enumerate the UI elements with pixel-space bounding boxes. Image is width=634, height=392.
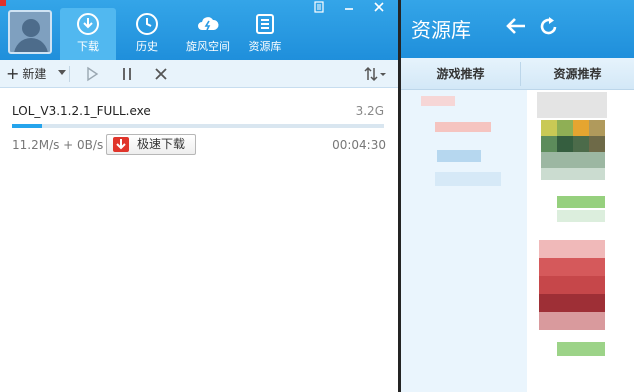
minimize-icon [345,8,353,10]
blurred-thumbnail-tile [539,294,605,312]
tab-download[interactable]: 下载 [60,8,116,60]
blurred-thumbnail-tile [557,120,573,136]
close-button[interactable] [368,0,390,18]
play-icon[interactable] [83,65,101,83]
blurred-thumbnail-tile [573,136,589,152]
sort-icon[interactable] [362,65,388,83]
restore-button[interactable] [308,0,330,18]
download-icon [77,13,99,35]
tab-resource-library-label: 资源库 [248,40,282,53]
task-file-name: LOL_V3.1.2.1_FULL.exe [12,104,151,118]
delete-x-icon[interactable] [152,65,170,83]
refresh-icon[interactable] [539,15,559,37]
blurred-text-block [437,150,481,162]
accelerate-download-icon [113,137,129,152]
blurred-thumbnail-tile [557,136,573,152]
app-window: 下载 历史 旋风空间 资源库 + 新建 LOL_V3.1.2.1_FULL.ex… [0,0,634,392]
game-recommend-list [401,90,527,392]
resource-library-title: 资源库 [411,18,471,42]
resource-library-header: 资源库 [401,0,634,58]
pause-icon[interactable] [118,65,136,83]
tab-cloud-space[interactable]: 旋风空间 [178,8,238,60]
resource-library-icon [256,14,274,34]
corner-marker [0,0,6,6]
blurred-thumbnail-tile [589,136,605,152]
download-task-row[interactable]: LOL_V3.1.2.1_FULL.exe 3.2G 11.2M/s + 0B/… [0,88,398,160]
top-nav-bar: 下载 历史 旋风空间 资源库 [0,0,398,60]
blurred-thumbnail-tile [539,312,605,330]
toolbar-divider [69,66,70,82]
task-file-size: 3.2G [355,104,384,118]
task-speed: 11.2M/s + 0B/s [12,138,104,152]
resource-library-panel: 资源库 游戏推荐 资源推荐 [401,0,634,392]
tab-resource-recommend[interactable]: 资源推荐 [521,58,634,90]
close-icon [374,2,384,12]
user-avatar[interactable] [8,10,52,54]
cloud-space-icon [198,17,219,31]
new-task-dropdown-caret-icon[interactable] [58,70,66,75]
history-clock-icon [136,13,158,35]
blurred-thumbnail-tile [541,168,605,180]
restore-icon [314,1,324,13]
plus-icon: + [6,64,20,83]
blurred-thumbnail-tile [539,258,605,276]
accelerate-download-button[interactable]: 极速下载 [106,134,196,155]
blurred-thumbnail-tile [539,240,605,258]
blurred-text-block [435,122,491,132]
tab-cloud-space-label: 旋风空间 [186,40,230,53]
blurred-text-block [557,210,605,222]
tab-download-label: 下载 [77,40,99,53]
blurred-thumbnail [537,92,607,118]
accelerate-download-label: 极速下载 [137,137,186,151]
blurred-thumbnail-tile [589,120,605,136]
blurred-thumbnail-tile [541,120,557,136]
tab-resource-library[interactable]: 资源库 [240,8,290,60]
blurred-thumbnail-tile [541,136,557,152]
tab-history-label: 历史 [136,40,158,53]
blurred-text-block [557,342,605,356]
blurred-thumbnail-tile [541,152,605,168]
tab-history[interactable]: 历史 [120,8,174,60]
back-arrow-icon[interactable] [505,16,527,36]
task-progress-fill [12,124,42,128]
avatar-body-shape [14,38,48,52]
blurred-text-block [557,196,605,208]
blurred-thumbnail-tile [539,276,605,294]
resource-tabs: 游戏推荐 资源推荐 [401,58,634,90]
new-task-button[interactable]: + 新建 [6,65,46,83]
new-task-label: 新建 [22,67,47,81]
minimize-button[interactable] [338,0,360,18]
task-time-remaining: 00:04:30 [332,138,386,152]
blurred-thumbnail-tile [573,120,589,136]
avatar-head-shape [22,19,40,37]
blurred-text-block [435,172,501,186]
task-progress-bar [12,124,384,128]
download-panel: 下载 历史 旋风空间 资源库 + 新建 LOL_V3.1.2.1_FULL.ex… [0,0,398,392]
tab-game-recommend[interactable]: 游戏推荐 [401,58,520,90]
blurred-text-block [421,96,455,106]
resource-recommend-list [527,90,634,392]
download-toolbar: + 新建 [0,60,398,88]
